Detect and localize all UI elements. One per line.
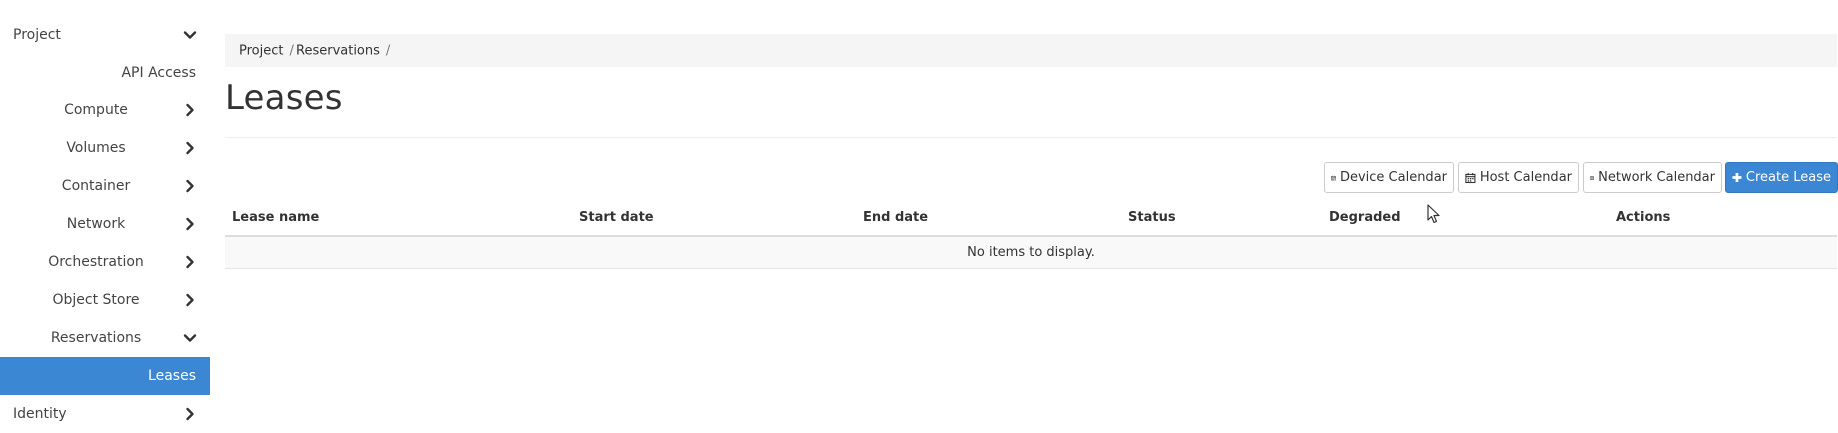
sidebar-item-object-store[interactable]: Object Store — [0, 281, 210, 319]
chevron-right-icon — [186, 141, 194, 155]
create-lease-label: Create Lease — [1745, 170, 1831, 185]
sidebar-item-label: Container — [61, 178, 131, 194]
sidebar-item-leases[interactable]: Leases — [0, 357, 210, 395]
sidebar-item-label: Network — [66, 216, 126, 232]
chevron-right-icon — [186, 407, 194, 421]
host-calendar-button[interactable]: Host Calendar — [1458, 162, 1579, 193]
sidebar-item-label: Compute — [64, 102, 128, 118]
breadcrumb-item-project[interactable]: Project / — [239, 43, 294, 58]
breadcrumb-label[interactable]: Reservations — [296, 43, 380, 58]
column-header-degraded[interactable]: Degraded — [1329, 210, 1401, 225]
breadcrumb-separator: / — [385, 43, 391, 58]
sidebar: Project API Access Compute Volumes Conta… — [0, 0, 210, 427]
sidebar-item-label: Volumes — [66, 140, 126, 156]
breadcrumb-separator: / — [289, 43, 294, 58]
sidebar-item-label: Object Store — [52, 292, 140, 308]
device-calendar-label: Device Calendar — [1339, 170, 1447, 185]
create-lease-button[interactable]: Create Lease — [1725, 162, 1838, 193]
chevron-right-icon — [186, 103, 194, 117]
column-header-lease-name[interactable]: Lease name — [232, 210, 319, 225]
network-calendar-label: Network Calendar — [1598, 170, 1715, 185]
chevron-right-icon — [186, 293, 194, 307]
chevron-right-icon — [186, 255, 194, 269]
host-calendar-label: Host Calendar — [1479, 170, 1572, 185]
column-header-actions: Actions — [1616, 210, 1671, 225]
sidebar-item-api-access[interactable]: API Access — [0, 54, 210, 92]
calendar-icon — [1590, 175, 1594, 180]
chevron-down-icon — [183, 334, 197, 342]
plus-icon — [1732, 172, 1742, 183]
mouse-cursor-icon — [1427, 204, 1440, 224]
column-header-start-date[interactable]: Start date — [579, 210, 654, 225]
chevron-down-icon — [183, 31, 197, 39]
sidebar-item-label: Leases — [148, 368, 196, 384]
column-header-end-date[interactable]: End date — [863, 210, 928, 225]
sidebar-item-label: Orchestration — [48, 254, 144, 270]
sidebar-item-identity[interactable]: Identity — [0, 395, 210, 433]
sidebar-item-orchestration[interactable]: Orchestration — [0, 243, 210, 281]
chevron-right-icon — [186, 179, 194, 193]
sidebar-item-reservations[interactable]: Reservations — [0, 319, 210, 357]
empty-table-message: No items to display. — [225, 237, 1837, 269]
page-title: Leases — [225, 78, 343, 118]
breadcrumb-item-reservations[interactable]: Reservations / — [296, 43, 390, 58]
sidebar-item-label: Reservations — [50, 330, 142, 346]
sidebar-item-label: API Access — [121, 65, 196, 81]
sidebar-item-network[interactable]: Network — [0, 205, 210, 243]
chevron-right-icon — [186, 217, 194, 231]
sidebar-item-label: Identity — [13, 406, 67, 422]
device-calendar-button[interactable]: Device Calendar — [1324, 162, 1454, 193]
sidebar-item-label: Project — [13, 27, 61, 43]
title-divider — [225, 137, 1837, 138]
sidebar-item-volumes[interactable]: Volumes — [0, 129, 210, 167]
breadcrumb: Project / Reservations / — [225, 34, 1837, 67]
sidebar-item-container[interactable]: Container — [0, 167, 210, 205]
calendar-icon — [1331, 175, 1336, 180]
calendar-icon — [1465, 172, 1476, 183]
column-header-status[interactable]: Status — [1128, 210, 1176, 225]
sidebar-item-compute[interactable]: Compute — [0, 91, 210, 129]
breadcrumb-label[interactable]: Project — [239, 43, 283, 58]
sidebar-item-project[interactable]: Project — [0, 16, 210, 54]
network-calendar-button[interactable]: Network Calendar — [1583, 162, 1722, 193]
